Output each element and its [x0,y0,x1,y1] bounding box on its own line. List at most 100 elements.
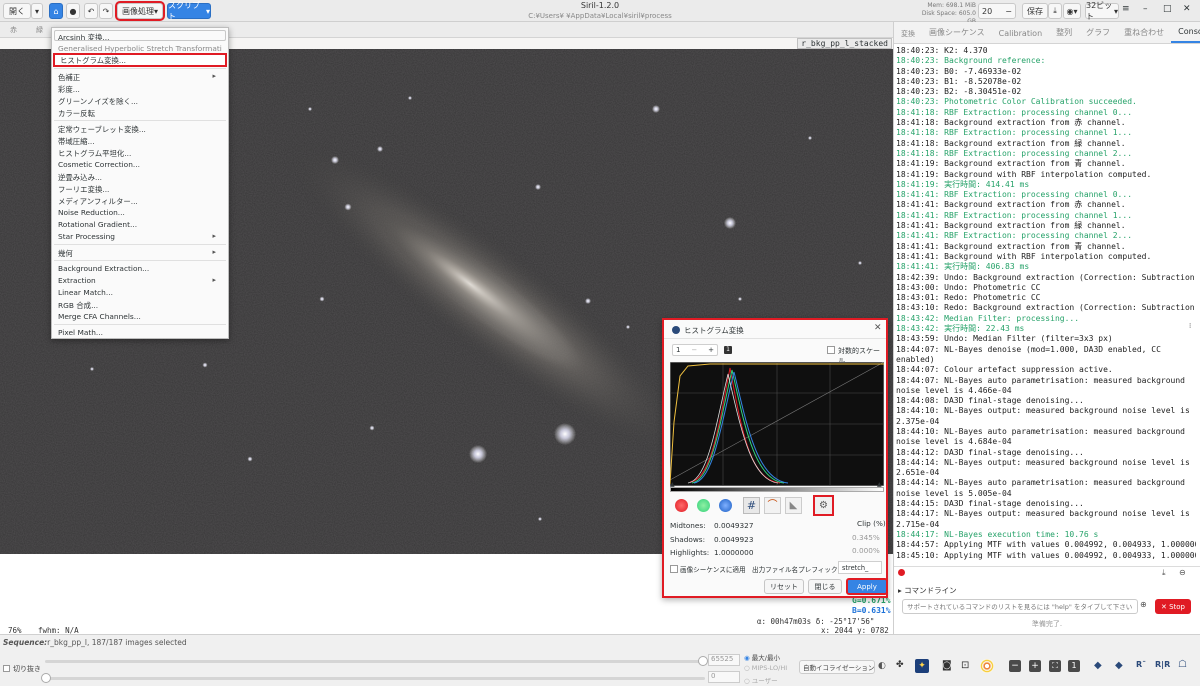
photometry-icon[interactable]: ◙ [942,660,954,673]
menu-item[interactable]: Pixel Math... [58,328,222,337]
close-button[interactable]: 閉じる [808,579,842,594]
log-scale-checkbox[interactable] [827,346,835,354]
ruler-icon[interactable]: ⊡ [961,660,973,673]
negative-icon[interactable]: ☖ [1178,659,1187,670]
tab-console[interactable]: Console [1171,27,1200,43]
menu-item[interactable]: Generalised Hyperbolic Stretch Transform… [58,44,222,53]
close-icon[interactable]: ✕ [1183,4,1191,14]
record-button[interactable]: ● [66,3,80,19]
command-help-icon[interactable]: ⊕ [1140,600,1152,613]
tab-channel-1[interactable]: 赤 [10,25,17,35]
menu-item[interactable]: Rotational Gradient... [58,220,222,229]
histogram-plot[interactable] [670,362,884,486]
high-value-input[interactable]: 65525 [708,654,740,666]
thread-spinner[interactable]: 20 − [978,3,1016,19]
open-dropdown-button[interactable]: ▾ [31,3,43,19]
apply-button[interactable]: Apply [846,578,888,595]
menu-item[interactable]: 逆畳み込み... [58,172,222,183]
radio-user[interactable]: ○ ユーザー [744,675,778,685]
menu-item[interactable]: 帯域圧縮... [58,136,222,147]
annotate-icon[interactable]: ✦ [915,659,929,673]
tab-plot[interactable]: グラフ [1079,27,1117,43]
open-button[interactable]: 開く [3,3,31,19]
blue-channel-toggle[interactable] [719,499,732,512]
shadows-value[interactable]: 0.0049923 [714,535,753,544]
stop-button[interactable]: ✕ Stop [1155,599,1191,614]
curve-toggle-icon[interactable]: ⌒ [764,497,781,514]
zoom-one-icon[interactable]: 1 [1068,660,1080,672]
menu-item[interactable]: Merge CFA Channels... [58,312,222,321]
menu-item[interactable]: 彩度... [58,84,222,95]
image-processing-menu-button[interactable]: 画像処理 ▾ [115,1,165,21]
red-channel-toggle[interactable] [675,499,688,512]
apply-sequence-checkbox[interactable] [670,565,678,573]
menu-item[interactable]: 色補正 ▸ [58,72,222,83]
gradient-bar[interactable] [670,487,884,492]
menu-item[interactable]: Star Processing ▸ [58,232,222,241]
hamburger-menu-icon[interactable]: ≡ [1122,4,1130,14]
highlights-value[interactable]: 1.0000000 [714,548,753,557]
menu-item[interactable]: RGB 合成... [58,300,222,311]
target-icon[interactable] [980,659,994,673]
dynamic-psf-icon[interactable]: ✤ [896,660,908,673]
menu-item[interactable]: フーリエ変換... [58,184,222,195]
tab-calibration[interactable]: Calibration [992,29,1050,43]
green-channel-toggle[interactable] [697,499,710,512]
high-slider-handle[interactable] [698,656,708,666]
scripts-menu-button[interactable]: スクリプト ▾ [167,1,211,21]
menu-item[interactable]: 定常ウェーブレット変換... [58,124,222,135]
shadows-handle-icon[interactable]: ▲ [670,481,675,488]
command-input[interactable] [902,599,1138,614]
clear-console-icon[interactable]: ⊖ [1179,568,1186,577]
menu-item[interactable]: Extraction ▸ [58,276,222,285]
redo-button[interactable]: ↷ [99,3,113,19]
menu-item[interactable]: グリーンノイズを除く... [58,96,222,107]
plus-icon[interactable]: + [708,346,714,354]
highlights-handle-icon[interactable]: ▲ [877,481,882,488]
crop-checkbox[interactable] [3,665,10,672]
zoom-spinner[interactable]: 1 − + [672,344,718,356]
undo-button[interactable]: ↶ [84,3,98,19]
low-slider-track[interactable] [45,677,705,680]
save-button[interactable]: 保存 [1022,3,1048,19]
zoom-in-icon[interactable]: + [1029,660,1041,672]
display-mode-dropdown[interactable]: 自動イコライゼーション ▾ [799,660,875,674]
rotate-right-icon[interactable]: ◆ [1115,660,1123,671]
radio-mips[interactable]: ○ MIPS-LO/HI [744,664,787,672]
mirror-x-icon[interactable]: Rˉ [1136,660,1146,669]
scroll-down-icon[interactable]: ⤓ [1162,568,1166,578]
tab-sequence[interactable]: 画像シーケンス [922,27,992,43]
midtones-value[interactable]: 0.0049327 [714,521,753,530]
radio-minmax[interactable]: ◉ 最大/最小 [744,652,780,662]
zoom-out-icon[interactable]: − [1009,660,1021,672]
menu-item[interactable]: Linear Match... [58,288,222,297]
save-as-button[interactable]: ⤓ [1048,3,1062,19]
prefix-input[interactable]: stretch_ [838,561,882,574]
snapshot-button[interactable]: ◉▾ [1063,3,1081,19]
tab-stacking[interactable]: 重ね合わせ [1117,27,1171,43]
bit-depth-button[interactable]: 32ビット ▾ [1085,1,1119,21]
menu-item[interactable]: Background Extraction... [58,264,222,273]
reset-button[interactable]: リセット [764,579,804,594]
original-histogram-icon[interactable]: ◣ [785,497,802,514]
low-slider-handle[interactable] [41,673,51,683]
zoom-fit-icon[interactable]: ⛶ [1049,660,1061,672]
menu-item[interactable]: Noise Reduction... [58,208,222,217]
tab-registration[interactable]: 整列 [1049,27,1079,43]
command-line-header[interactable]: ▸ コマンドライン [898,585,957,596]
console-log[interactable]: 18:40:23: K2: 4.370 18:40:23: Background … [896,46,1196,576]
minus-icon[interactable]: − [1005,7,1012,16]
tab-conversion[interactable]: 変換 [894,30,922,43]
menu-item[interactable]: Cosmetic Correction... [58,160,222,169]
scroll-handle-icon[interactable]: ⁞ [1189,322,1191,330]
zoom-one-icon[interactable]: 1 [724,346,732,354]
menu-item[interactable]: カラー反転 [58,108,222,119]
tab-channel-2[interactable]: 緑 [36,25,43,35]
close-icon[interactable]: ✕ [874,323,882,333]
menu-item[interactable]: 幾何 ▸ [58,248,222,259]
mirror-y-icon[interactable]: R|R [1155,660,1170,669]
maximize-icon[interactable]: □ [1163,4,1172,14]
menu-item[interactable]: メディアンフィルター... [58,196,222,207]
minus-icon[interactable]: − [691,346,697,354]
high-slider-track[interactable] [45,660,705,663]
